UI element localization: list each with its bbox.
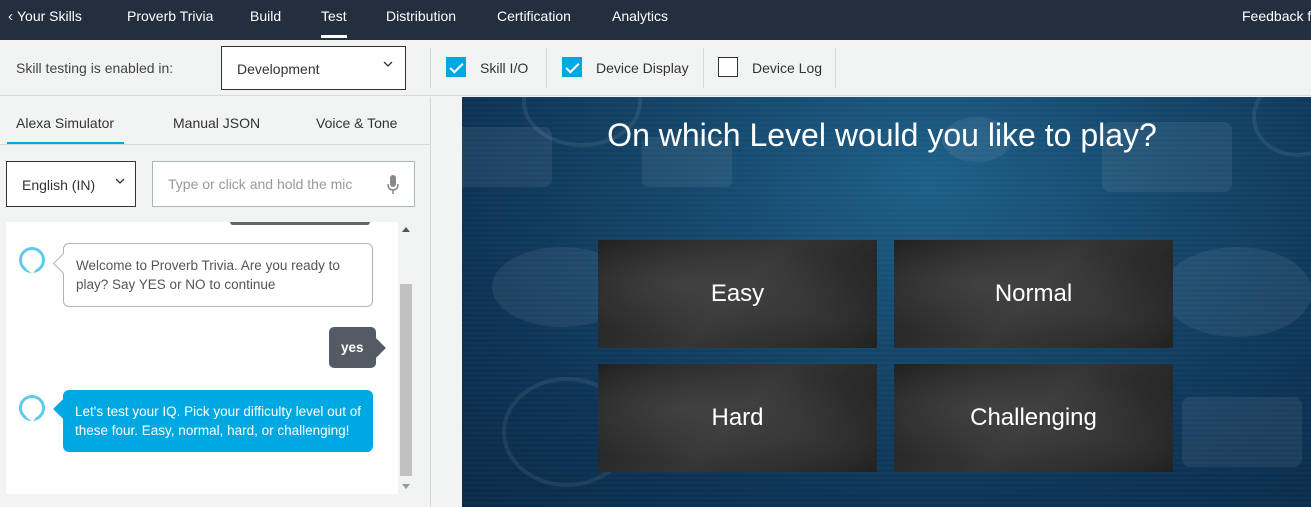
feedback-link[interactable]: Feedback fo [1242, 0, 1311, 32]
tab-manual-json[interactable]: Manual JSON [173, 115, 260, 131]
speech-bubble-decoration [1252, 97, 1311, 157]
nav-test[interactable]: Test [321, 0, 347, 40]
nav-certification[interactable]: Certification [497, 0, 571, 40]
skill-io-label[interactable]: Skill I/O [480, 60, 528, 76]
device-log-checkbox[interactable] [718, 57, 738, 77]
skill-io-checkbox[interactable] [446, 57, 466, 77]
nav-build[interactable]: Build [250, 0, 281, 40]
scroll-up-arrow-icon[interactable] [402, 227, 410, 232]
microphone-icon[interactable] [386, 174, 400, 196]
previous-message-edge [230, 222, 370, 225]
tab-voice-tone[interactable]: Voice & Tone [316, 115, 397, 131]
level-option-challenging[interactable]: Challenging [894, 364, 1173, 472]
stage-select[interactable]: Development [221, 46, 406, 90]
stage-select-value: Development [237, 61, 320, 77]
alexa-message: Let's test your IQ. Pick your difficulty… [63, 390, 373, 452]
alexa-message: Welcome to Proverb Trivia. Are you ready… [63, 243, 373, 307]
back-to-skills-link[interactable]: ‹ Your Skills [8, 0, 82, 32]
display-question: On which Level would you like to play? [607, 117, 1157, 153]
simulator-tabs: Alexa Simulator Manual JSON Voice & Tone [0, 97, 430, 145]
utterance-input-box [152, 161, 415, 207]
nav-skill-name[interactable]: Proverb Trivia [127, 0, 213, 40]
chevron-down-icon [115, 178, 125, 184]
divider [703, 48, 704, 88]
divider [430, 48, 431, 88]
chevron-down-icon [383, 61, 393, 67]
nav-analytics[interactable]: Analytics [612, 0, 668, 40]
back-label: Your Skills [17, 8, 82, 24]
testing-enabled-label: Skill testing is enabled in: [16, 60, 174, 76]
scroll-down-arrow-icon[interactable] [402, 484, 410, 489]
level-option-easy[interactable]: Easy [598, 240, 877, 348]
test-toolbar: Skill testing is enabled in: Development… [0, 40, 1311, 96]
tab-alexa-simulator[interactable]: Alexa Simulator [6, 115, 125, 144]
device-log-label[interactable]: Device Log [752, 60, 822, 76]
device-display-checkbox[interactable] [562, 57, 582, 77]
simulator-panel: Alexa Simulator Manual JSON Voice & Tone… [0, 97, 431, 507]
conversation-log: Welcome to Proverb Trivia. Are you ready… [6, 222, 398, 494]
divider [546, 48, 547, 88]
nav-distribution[interactable]: Distribution [386, 0, 456, 40]
top-nav: ‹ Your Skills Proverb Trivia Build Test … [0, 0, 1311, 40]
language-select-value: English (IN) [22, 177, 96, 193]
scroll-thumb[interactable] [400, 284, 412, 476]
utterance-input[interactable] [154, 163, 379, 205]
language-select[interactable]: English (IN) [6, 161, 136, 207]
device-display-area: On which Level would you like to play? E… [432, 97, 1311, 507]
divider [835, 48, 836, 88]
conversation-scrollbar[interactable] [398, 222, 414, 494]
device-display-label[interactable]: Device Display [596, 60, 689, 76]
user-message: yes [329, 327, 376, 368]
speech-bubble-decoration [1182, 397, 1302, 467]
alexa-icon [19, 395, 45, 421]
level-option-normal[interactable]: Normal [894, 240, 1173, 348]
thought-cloud-decoration [1162, 247, 1311, 337]
chevron-left-icon: ‹ [8, 7, 13, 25]
speech-bubble-decoration [462, 127, 552, 187]
level-option-hard[interactable]: Hard [598, 364, 877, 472]
alexa-icon [19, 247, 45, 273]
device-screen: On which Level would you like to play? E… [462, 97, 1311, 507]
